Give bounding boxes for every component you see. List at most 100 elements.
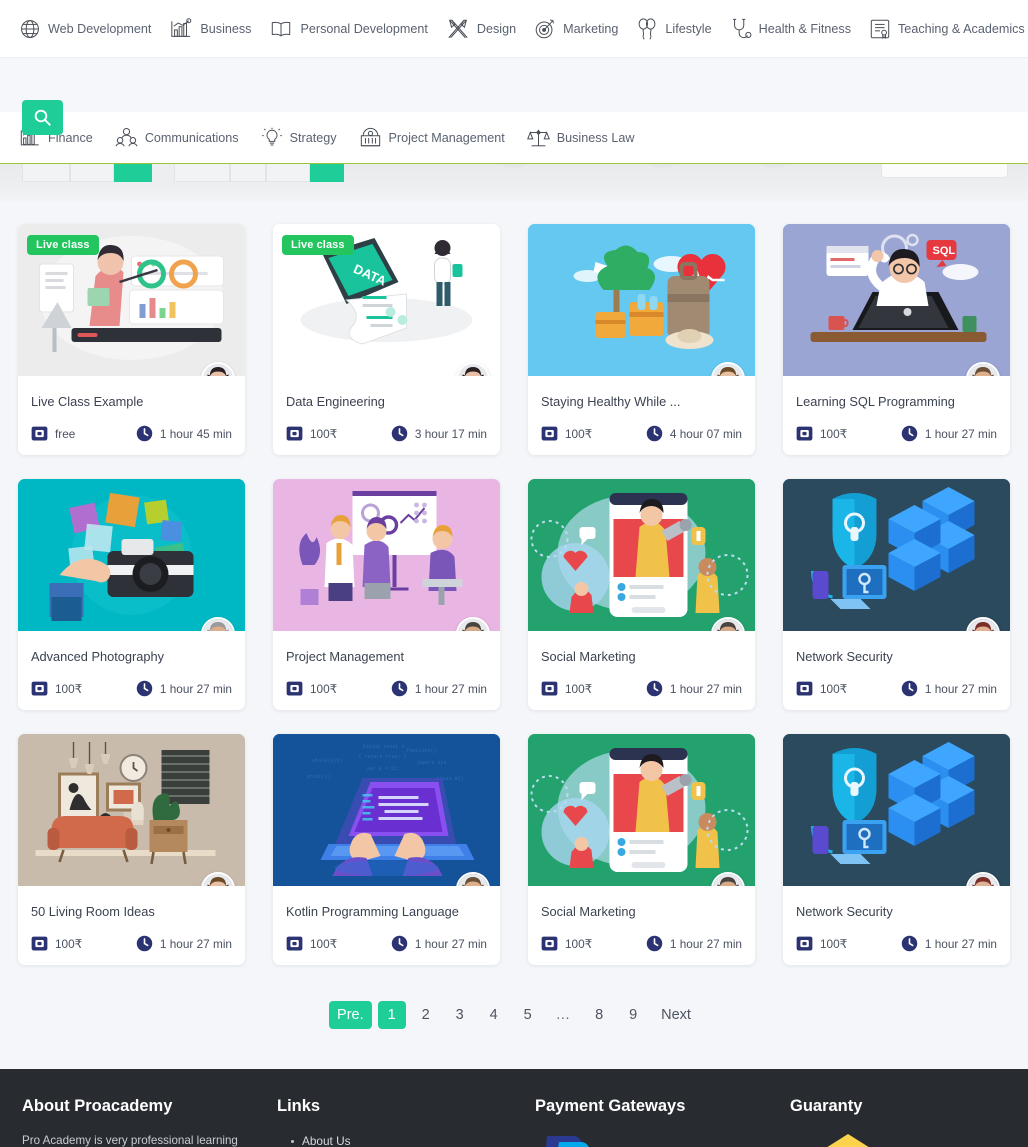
course-thumbnail[interactable]: Live class (18, 224, 245, 376)
filter-select-clipped[interactable] (881, 164, 1008, 178)
pagination-next[interactable]: Next (653, 1001, 699, 1029)
course-title: 50 Living Room Ideas (31, 904, 155, 919)
top-nav-label: Teaching & Academics (898, 21, 1025, 36)
filter-search-button[interactable] (310, 164, 344, 182)
search-icon (33, 108, 52, 127)
course-thumbnail[interactable] (528, 734, 755, 886)
top-nav-item-web-development[interactable]: Web Development (10, 0, 160, 57)
clock-icon (136, 425, 153, 442)
top-nav-item-teaching-academics[interactable]: Teaching & Academics (860, 0, 1028, 57)
course-duration: 1 hour 27 min (391, 680, 487, 697)
course-card[interactable]: SQL Learning SQL Programming 100₹ 1 hour 27… (783, 224, 1010, 455)
top-nav-item-business[interactable]: Business (160, 0, 260, 57)
filter-chip[interactable] (70, 164, 114, 182)
paypal-logo-icon (546, 1136, 589, 1147)
pagination-page-1[interactable]: 1 (377, 1001, 406, 1029)
course-title: Kotlin Programming Language (286, 904, 459, 919)
course-meta: 100₹ 4 hour 07 min (541, 425, 742, 442)
sub-nav-item-business-law[interactable]: Business Law (516, 127, 646, 149)
course-meta: 100₹ 1 hour 27 min (31, 935, 232, 952)
course-card[interactable]: Advanced Photography 100₹ 1 hour 27 min (18, 479, 245, 710)
course-card[interactable]: Social Marketing 100₹ 1 hour 27 min (528, 479, 755, 710)
top-nav-item-lifestyle[interactable]: Lifestyle (627, 0, 720, 57)
pagination-page-4[interactable]: 4 (480, 1001, 508, 1029)
filter-apply-button[interactable] (114, 164, 152, 182)
course-card[interactable]: DATA Live class Data Engineering 100₹ 3 hour… (273, 224, 500, 455)
open-book-icon (269, 18, 293, 40)
wallet-icon (31, 936, 48, 951)
filter-chip[interactable] (174, 164, 230, 182)
course-card[interactable]: Live class Live Class Example free 1 hour 4… (18, 224, 245, 455)
course-card[interactable]: 010110 const x function(){ return true; }… (273, 734, 500, 965)
course-card[interactable]: Staying Healthy While ... 100₹ 4 hour 07 m… (528, 224, 755, 455)
sub-nav-item-project-management[interactable]: Project Management (348, 127, 516, 149)
top-nav-label: Marketing (563, 21, 619, 36)
pagination-page-9[interactable]: 9 (619, 1001, 647, 1029)
course-thumbnail[interactable]: DATA Live class (273, 224, 500, 376)
top-nav-item-marketing[interactable]: Marketing (525, 0, 627, 57)
course-price: 100₹ (286, 426, 337, 441)
filter-chip[interactable] (22, 164, 70, 182)
sub-category-nav: Finance Communications Strategy Project … (0, 112, 1028, 164)
svg-text:while(i<n): while(i<n) (313, 758, 343, 764)
course-thumbnail[interactable] (528, 479, 755, 631)
footer-link[interactable]: About Us (291, 1132, 535, 1147)
course-thumbnail[interactable] (18, 479, 245, 631)
course-thumbnail[interactable] (528, 224, 755, 376)
pagination-page-2[interactable]: 2 (412, 1001, 440, 1029)
course-price: 100₹ (286, 681, 337, 696)
course-card[interactable]: Social Marketing 100₹ 1 hour 27 min (528, 734, 755, 965)
top-nav-item-personal-development[interactable]: Personal Development (260, 0, 436, 57)
certificate-icon (869, 18, 891, 40)
course-card-body: Data Engineering 100₹ 3 hour 17 min (273, 376, 500, 455)
course-thumbnail[interactable] (18, 734, 245, 886)
course-thumbnail[interactable] (783, 734, 1010, 886)
site-footer: About Proacademy Pro Academy is very pro… (0, 1069, 1028, 1147)
pagination-page-5[interactable]: 5 (514, 1001, 542, 1029)
course-price: 100₹ (796, 681, 847, 696)
filter-chip[interactable] (266, 164, 310, 182)
filter-decoration (500, 164, 526, 168)
svg-text:import sys: import sys (417, 760, 447, 766)
course-card[interactable]: Project Management 100₹ 1 hour 27 min (273, 479, 500, 710)
search-button[interactable] (22, 100, 63, 135)
wallet-icon (31, 681, 48, 696)
course-duration: 4 hour 07 min (646, 425, 742, 442)
top-nav-item-health-fitness[interactable]: Health & Fitness (721, 0, 860, 57)
course-card[interactable]: 50 Living Room Ideas 100₹ 1 hour 27 min (18, 734, 245, 965)
course-price-value: 100₹ (55, 936, 83, 951)
pagination-page-8[interactable]: 8 (585, 1001, 613, 1029)
filter-chip[interactable] (152, 164, 174, 182)
footer-links-list: About UsContact Us (277, 1132, 535, 1147)
course-grid: Live class Live Class Example free 1 hour 4… (18, 224, 1010, 965)
course-thumbnail[interactable] (273, 479, 500, 631)
course-card[interactable]: Network Security 100₹ 1 hour 27 min (783, 734, 1010, 965)
course-duration: 1 hour 27 min (646, 680, 742, 697)
course-price: 100₹ (31, 936, 82, 951)
pagination-prev[interactable]: Pre. (329, 1001, 372, 1029)
course-card-body: Kotlin Programming Language 100₹ 1 hour 27… (273, 886, 500, 965)
wallet-icon (541, 681, 558, 696)
course-title: Learning SQL Programming (796, 394, 955, 409)
course-thumbnail[interactable]: SQL (783, 224, 1010, 376)
pagination: Pre. 1 2 3 4 5… 8 9 Next (0, 965, 1028, 1069)
svg-text:function(): function() (407, 748, 437, 754)
pagination-page-3[interactable]: 3 (446, 1001, 474, 1029)
footer-col-about: About Proacademy Pro Academy is very pro… (22, 1097, 277, 1147)
course-thumbnail[interactable]: 010110 const x function(){ return true; }… (273, 734, 500, 886)
course-grid-section: Live class Live Class Example free 1 hour 4… (0, 202, 1028, 965)
course-thumbnail[interactable] (783, 479, 1010, 631)
course-card[interactable]: Network Security 100₹ 1 hour 27 min (783, 479, 1010, 710)
top-nav-item-design[interactable]: Design (437, 0, 525, 57)
course-meta: 100₹ 1 hour 27 min (541, 680, 742, 697)
course-price-value: 100₹ (565, 426, 593, 441)
course-price: 100₹ (286, 936, 337, 951)
sub-nav-item-strategy[interactable]: Strategy (250, 127, 348, 149)
filter-chip[interactable] (230, 164, 266, 182)
course-meta: 100₹ 1 hour 27 min (796, 935, 997, 952)
sub-nav-item-communications[interactable]: Communications (104, 127, 250, 149)
course-card-body: Social Marketing 100₹ 1 hour 27 min (528, 886, 755, 965)
course-duration: 1 hour 27 min (901, 425, 997, 442)
course-title: Staying Healthy While ... (541, 394, 681, 409)
filter-toolbar-clipped (0, 164, 1028, 202)
